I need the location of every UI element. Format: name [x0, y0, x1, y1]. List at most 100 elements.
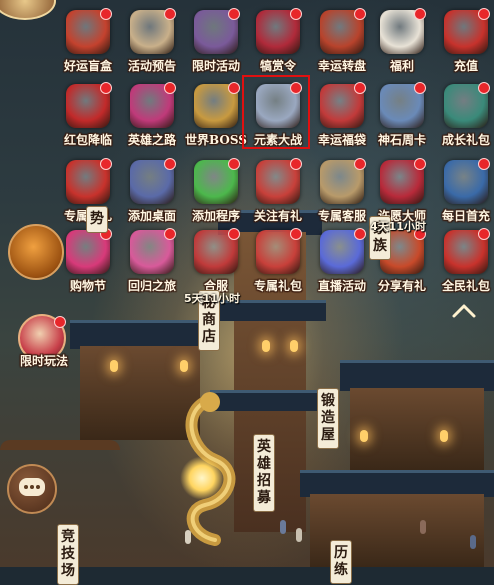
activity-icon-button[interactable]: 英雄之路 [120, 82, 184, 152]
activity-icon-button[interactable]: 犒赏令 [246, 8, 310, 78]
notification-dot [100, 82, 112, 94]
notification-dot [290, 8, 302, 20]
activity-icon-label: 犒赏令 [259, 59, 296, 73]
notification-dot [164, 82, 176, 94]
activity-icon-button[interactable]: 添加桌面 [120, 158, 184, 228]
activity-icon-label: 英雄之路 [127, 133, 176, 147]
history-sign[interactable]: 历练 [330, 540, 352, 584]
activity-icon-label: 限时活动 [191, 59, 240, 73]
activity-icon-label: 添加程序 [191, 209, 240, 223]
activity-icon-label: 福利 [389, 59, 414, 73]
notification-dot [164, 158, 176, 170]
activity-icon-button[interactable]: 合服 [184, 228, 248, 298]
lantern [110, 360, 118, 372]
notification-dot [354, 82, 366, 94]
notification-dot [478, 158, 490, 170]
activity-icon-button[interactable]: 专属礼包 [246, 228, 310, 298]
notification-dot [100, 8, 112, 20]
notification-dot [100, 158, 112, 170]
right-hall [340, 360, 494, 470]
lantern [360, 430, 368, 442]
activity-icon-button[interactable]: 幸运转盘 [310, 8, 374, 78]
notification-dot [414, 158, 426, 170]
villager [470, 535, 476, 549]
villager [280, 520, 286, 534]
notification-dot [478, 8, 490, 20]
notification-dot [228, 228, 240, 240]
activity-icon-label: 回归之旅 [127, 279, 176, 293]
activity-icon-button[interactable]: 直播活动 [310, 228, 374, 298]
activity-icon-label: 幸运转盘 [317, 59, 366, 73]
activity-icon-label: 专属客服 [317, 209, 366, 223]
notification-dot [478, 82, 490, 94]
activity-icon-label: 好运盲盒 [63, 59, 112, 73]
chat-icon [19, 478, 45, 496]
lantern [262, 340, 270, 352]
activity-icon-button[interactable]: 神石周卡 [370, 82, 434, 152]
chat-button[interactable] [7, 464, 57, 514]
notification-dot [290, 228, 302, 240]
notification-dot [290, 158, 302, 170]
activity-icon-label: 每日首充 [441, 209, 490, 223]
activity-icon-button[interactable]: 添加程序 [184, 158, 248, 228]
activity-icon-button[interactable]: 世界BOSS [184, 82, 248, 152]
wish-master-timer: 4天11小时 [370, 220, 426, 233]
activity-icon-label: 购物节 [69, 279, 106, 293]
lantern [440, 430, 448, 442]
villager [296, 528, 302, 542]
activity-icon-button[interactable]: 购物节 [56, 228, 120, 298]
activity-icon-label: 专属礼包 [253, 279, 302, 293]
activity-icon-button[interactable]: 回归之旅 [120, 228, 184, 298]
activity-icon-button[interactable]: 全民礼包 [434, 228, 494, 298]
activity-icon-label: 添加桌面 [127, 209, 176, 223]
notification-dot [164, 228, 176, 240]
activity-icon-label: 成长礼包 [441, 133, 490, 147]
notification-dot [354, 158, 366, 170]
activity-icon-label: 世界BOSS [185, 133, 247, 147]
activity-icon-button[interactable]: 幸运福袋 [310, 82, 374, 152]
activity-icon-button[interactable]: 关注有礼 [246, 158, 310, 228]
villager [420, 520, 426, 534]
activity-icon-button[interactable]: 专属客服 [310, 158, 374, 228]
notification-dot [164, 8, 176, 20]
notification-dot [414, 8, 426, 20]
activity-icon-button[interactable]: 每日首充 [434, 158, 494, 228]
notification-dot [228, 82, 240, 94]
activity-icon-label: 直播活动 [317, 279, 366, 293]
notification-dot [228, 8, 240, 20]
arena-sign[interactable]: 竞技场 [57, 524, 79, 585]
villager [185, 530, 191, 544]
activity-icon-label: 红包降临 [63, 133, 112, 147]
activity-icon-button[interactable]: 好运盲盒 [56, 8, 120, 78]
forge-sign[interactable]: 锻造屋 [317, 388, 339, 449]
pumpkin-event-button[interactable] [8, 224, 64, 280]
activity-icon-button[interactable]: 成长礼包 [434, 82, 494, 152]
notification-dot [228, 158, 240, 170]
glowing-orb [180, 456, 224, 500]
notification-dot [354, 228, 366, 240]
notification-dot [414, 82, 426, 94]
activity-icon-label: 幸运福袋 [317, 133, 366, 147]
lantern [290, 340, 298, 352]
hero-recruit-sign[interactable]: 英雄招募 [253, 434, 275, 512]
partial-sign-left[interactable]: 势 [86, 206, 108, 233]
lantern [180, 360, 188, 372]
notification-dot [354, 8, 366, 20]
activity-icon-label: 分享有礼 [377, 279, 426, 293]
limited-play-label: 限时玩法 [19, 354, 68, 368]
notification-dot [478, 228, 490, 240]
activity-icon-label: 关注有礼 [253, 209, 302, 223]
highlight-box [242, 75, 310, 149]
notification-dot [54, 316, 66, 328]
activity-icon-button[interactable]: 福利 [370, 8, 434, 78]
activity-icon-button[interactable]: 充值 [434, 8, 494, 78]
activity-icon-label: 全民礼包 [441, 279, 490, 293]
activity-icon-label: 活动预告 [127, 59, 176, 73]
activity-icon-button[interactable]: 红包降临 [56, 82, 120, 152]
activity-icon-label: 充值 [453, 59, 478, 73]
activity-icon-label: 神石周卡 [377, 133, 426, 147]
merge-server-timer: 5天11小时 [184, 292, 240, 305]
activity-icon-button[interactable]: 限时活动 [184, 8, 248, 78]
activity-icon-button[interactable]: 活动预告 [120, 8, 184, 78]
chevron-up-icon[interactable] [450, 300, 478, 320]
